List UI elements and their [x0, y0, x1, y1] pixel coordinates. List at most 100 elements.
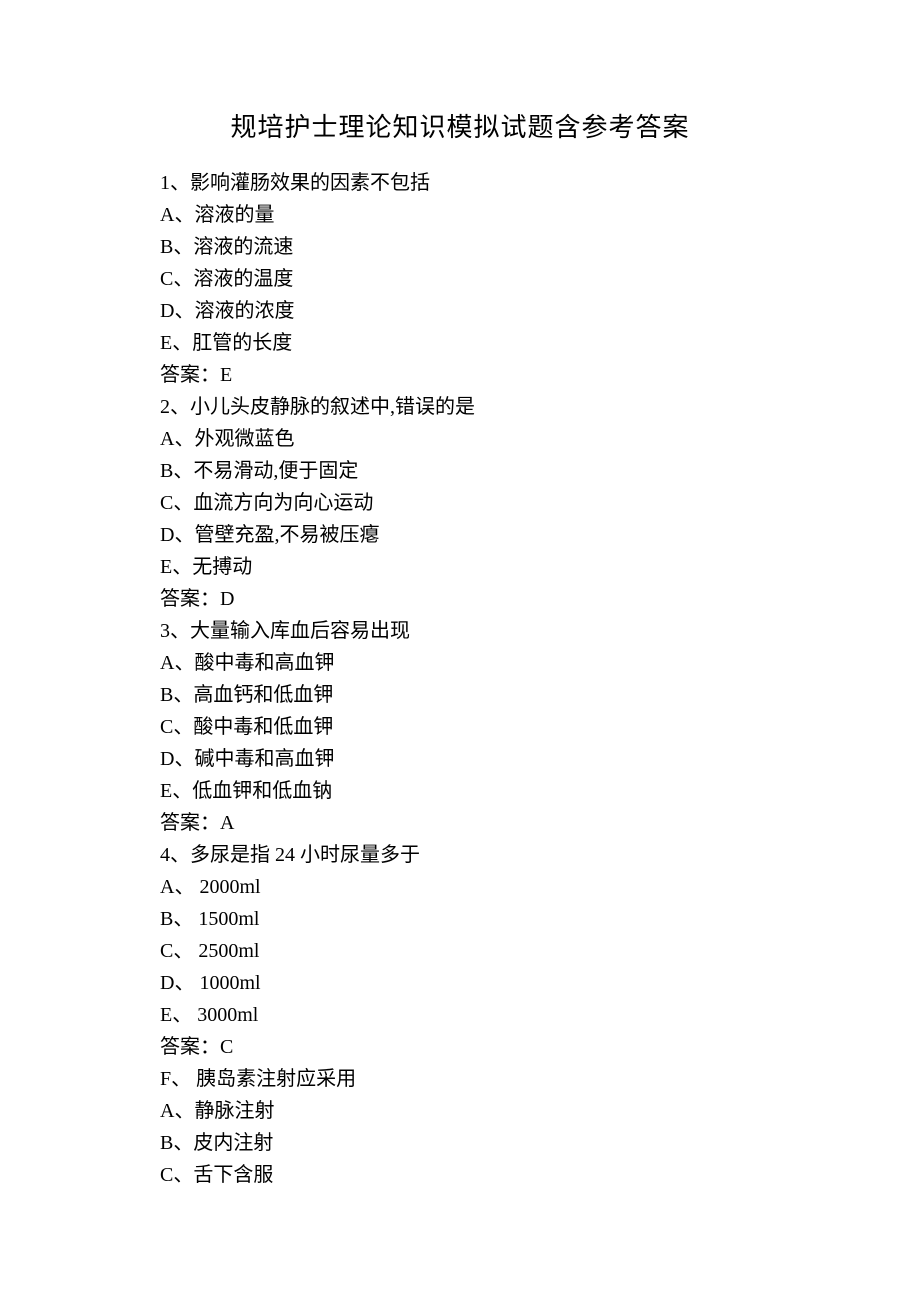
stem-separator: 、 — [170, 620, 190, 642]
option-text: 溶液的温度 — [193, 268, 293, 290]
question-stem: F、 胰岛素注射应采用 — [160, 1063, 760, 1095]
option: B、 1500ml — [160, 903, 760, 935]
option-text: 舌下含服 — [193, 1164, 273, 1186]
questions-container: 1、影响灌肠效果的因素不包括A、溶液的量B、溶液的流速C、溶液的温度D、溶液的浓… — [160, 167, 760, 1191]
option-letter: A — [160, 428, 174, 450]
option-text: 肛管的长度 — [192, 332, 292, 354]
answer-line: 答案：A — [160, 807, 760, 839]
option-text: 2000ml — [194, 876, 260, 898]
option: E、无搏动 — [160, 551, 760, 583]
question-text: 小儿头皮静脉的叙述中,错误的是 — [190, 396, 475, 418]
option-text: 酸中毒和高血钾 — [194, 652, 334, 674]
option-letter: C — [160, 716, 173, 738]
option-letter: E — [160, 332, 172, 354]
question-stem: 3、大量输入库血后容易出现 — [160, 615, 760, 647]
option-letter: B — [160, 236, 173, 258]
stem-separator: 、 — [170, 396, 190, 418]
option-text: 不易滑动,便于固定 — [193, 460, 358, 482]
answer-line: 答案：D — [160, 583, 760, 615]
question-number: 4 — [160, 844, 170, 866]
answer-line: 答案：E — [160, 359, 760, 391]
option: C、酸中毒和低血钾 — [160, 711, 760, 743]
stem-separator: 、 — [170, 172, 190, 194]
option-separator: 、 — [172, 780, 192, 802]
option-letter: A — [160, 204, 174, 226]
stem-separator: 、 — [170, 844, 190, 866]
option-separator: 、 — [174, 204, 194, 226]
option-separator: 、 — [173, 492, 193, 514]
option-separator: 、 — [174, 652, 194, 674]
option-letter: B — [160, 1132, 173, 1154]
option-text: 皮内注射 — [193, 1132, 273, 1154]
option: B、溶液的流速 — [160, 231, 760, 263]
option-letter: C — [160, 940, 173, 962]
option: A、酸中毒和高血钾 — [160, 647, 760, 679]
option-text: 碱中毒和高血钾 — [194, 748, 334, 770]
option-separator: 、 — [173, 684, 193, 706]
option-text: 无搏动 — [192, 556, 252, 578]
option: A、外观微蓝色 — [160, 423, 760, 455]
answer-label: 答案： — [160, 1036, 220, 1058]
option-separator: 、 — [174, 1100, 194, 1122]
option-text: 外观微蓝色 — [194, 428, 294, 450]
option: B、高血钙和低血钾 — [160, 679, 760, 711]
option: D、溶液的浓度 — [160, 295, 760, 327]
answer-label: 答案： — [160, 812, 220, 834]
answer-value: E — [220, 364, 232, 386]
option-text: 管壁充盈,不易被压瘪 — [194, 524, 379, 546]
option-text: 低血钾和低血钠 — [192, 780, 332, 802]
option-separator: 、 — [172, 1004, 192, 1026]
option: E、 3000ml — [160, 999, 760, 1031]
option: A、静脉注射 — [160, 1095, 760, 1127]
question-text: 胰岛素注射应采用 — [191, 1068, 356, 1090]
option-separator: 、 — [173, 908, 193, 930]
option-separator: 、 — [173, 268, 193, 290]
answer-label: 答案： — [160, 588, 220, 610]
option-separator: 、 — [174, 748, 194, 770]
exam-page: 规培护士理论知识模拟试题含参考答案 1、影响灌肠效果的因素不包括A、溶液的量B、… — [0, 0, 920, 1301]
option-letter: D — [160, 300, 174, 322]
option-separator: 、 — [174, 972, 194, 994]
option: C、 2500ml — [160, 935, 760, 967]
option-letter: D — [160, 972, 174, 994]
option-letter: E — [160, 780, 172, 802]
option-text: 高血钙和低血钾 — [193, 684, 333, 706]
option-text: 1000ml — [194, 972, 260, 994]
option-letter: B — [160, 684, 173, 706]
option-text: 酸中毒和低血钾 — [193, 716, 333, 738]
option-text: 2500ml — [193, 940, 259, 962]
option: D、碱中毒和高血钾 — [160, 743, 760, 775]
option-separator: 、 — [173, 1164, 193, 1186]
answer-line: 答案：C — [160, 1031, 760, 1063]
option-text: 静脉注射 — [194, 1100, 274, 1122]
option-text: 溶液的流速 — [193, 236, 293, 258]
option-separator: 、 — [174, 300, 194, 322]
option: C、舌下含服 — [160, 1159, 760, 1191]
option: D、管壁充盈,不易被压瘪 — [160, 519, 760, 551]
option: E、肛管的长度 — [160, 327, 760, 359]
page-title: 规培护士理论知识模拟试题含参考答案 — [160, 107, 760, 149]
option-separator: 、 — [173, 236, 193, 258]
option-text: 3000ml — [192, 1004, 258, 1026]
option: E、低血钾和低血钠 — [160, 775, 760, 807]
option-letter: D — [160, 748, 174, 770]
option: B、不易滑动,便于固定 — [160, 455, 760, 487]
option-separator: 、 — [172, 332, 192, 354]
question-number: 3 — [160, 620, 170, 642]
option-separator: 、 — [174, 876, 194, 898]
option-text: 血流方向为向心运动 — [193, 492, 373, 514]
answer-value: A — [220, 812, 234, 834]
question-number: 1 — [160, 172, 170, 194]
question-text: 大量输入库血后容易出现 — [190, 620, 410, 642]
option: C、血流方向为向心运动 — [160, 487, 760, 519]
option-separator: 、 — [174, 524, 194, 546]
option-letter: B — [160, 908, 173, 930]
option-letter: C — [160, 1164, 173, 1186]
question-stem: 2、小儿头皮静脉的叙述中,错误的是 — [160, 391, 760, 423]
option-letter: C — [160, 268, 173, 290]
option-letter: B — [160, 460, 173, 482]
option-letter: D — [160, 524, 174, 546]
answer-value: D — [220, 588, 234, 610]
question-number: 2 — [160, 396, 170, 418]
question-text: 多尿是指 24 小时尿量多于 — [190, 844, 420, 866]
